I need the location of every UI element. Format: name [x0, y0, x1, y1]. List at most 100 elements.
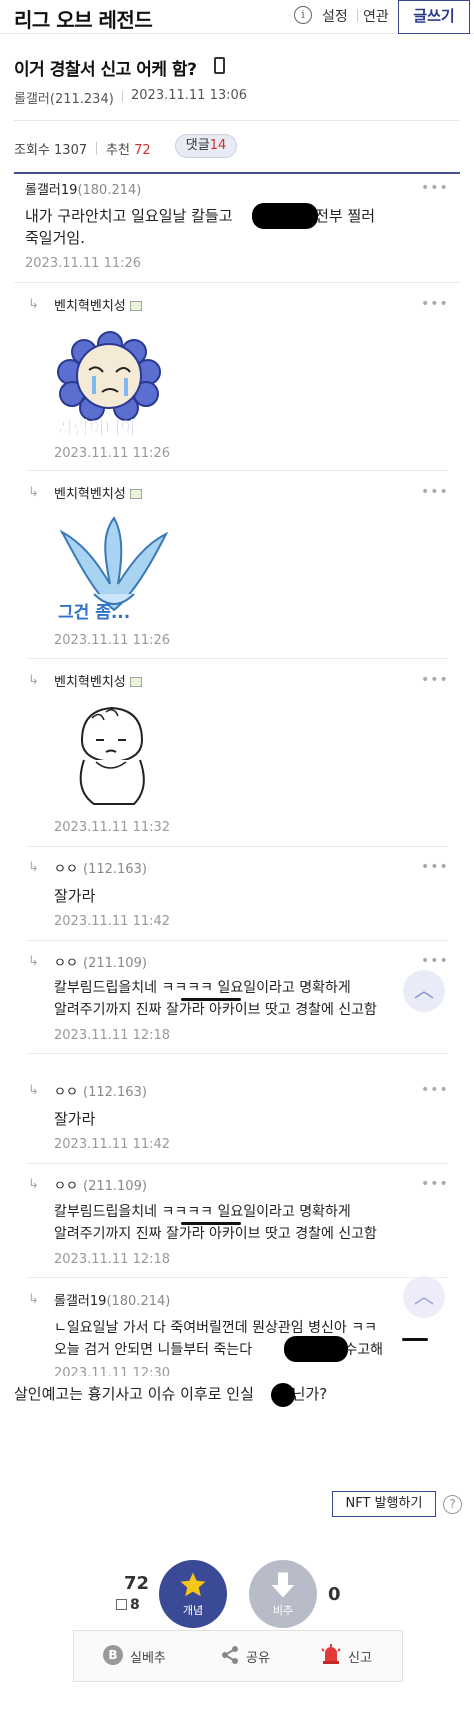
nft-issue-button[interactable]: NFT 발행하기	[332, 1491, 436, 1517]
reply-arrow-icon: ↳	[28, 485, 39, 500]
scroll-up-button[interactable]: ︿	[403, 1276, 445, 1318]
reply-arrow-icon: ↳	[28, 673, 39, 688]
post-author[interactable]: 롤갤러(211.234)	[14, 88, 114, 107]
comment-date: 2023.11.11 11:32	[54, 820, 171, 835]
more-icon[interactable]: •••	[421, 672, 449, 688]
siren-icon	[321, 1644, 341, 1664]
best-nominate-button[interactable]: 실베추	[130, 1647, 166, 1666]
comment-date: 2023.11.11 11:26	[54, 446, 171, 461]
comment-divider	[26, 940, 448, 941]
more-icon[interactable]: •••	[421, 484, 449, 500]
view-count: 조회수 1307	[14, 143, 88, 158]
more-icon[interactable]: •••	[421, 1082, 449, 1098]
comment-date: 2023.11.11 11:26	[25, 256, 142, 271]
sad-plant-sticker-icon: 그건 좀...	[58, 516, 169, 623]
comment-nick[interactable]: 벤치혁벤치성	[54, 675, 126, 690]
comment-divider	[26, 846, 448, 847]
reply-arrow-icon: ↳	[28, 1177, 39, 1192]
comment-ip: (112.163)	[83, 1085, 147, 1100]
comment-header: 벤치혁벤치성	[54, 295, 142, 314]
comment-count-button[interactable]: 댓글14	[175, 134, 237, 158]
help-icon[interactable]: ?	[443, 1495, 462, 1514]
write-button[interactable]: 글쓰기	[398, 0, 470, 34]
redaction-blot	[252, 203, 318, 229]
comment-date: 2023.11.11 11:42	[54, 1137, 171, 1152]
comments-top-border	[14, 172, 460, 174]
reply-arrow-icon: ↳	[28, 954, 39, 969]
comment-date: 2023.11.11 12:30	[54, 1366, 171, 1376]
comment-divider	[26, 1277, 448, 1278]
comment-text: 잘가라	[54, 887, 96, 905]
downvote-count: 0	[328, 1584, 341, 1605]
comment-nick[interactable]: 벤치혁벤치성	[54, 487, 126, 502]
comment-nick[interactable]: 롤갤러19	[54, 1294, 106, 1309]
comment-text-line: 죽일거임.	[25, 229, 85, 247]
comment-header: 벤치혁벤치성	[54, 671, 142, 690]
reply-arrow-icon: ↳	[28, 860, 39, 875]
upvote-button[interactable]: 개념	[159, 1560, 227, 1628]
comment-divider	[14, 282, 460, 283]
reply-arrow-icon: ↳	[28, 1083, 39, 1098]
comment-ip: (211.109)	[83, 956, 147, 971]
reply-arrow-icon: ↳	[28, 1292, 39, 1307]
comment-divider	[26, 658, 448, 659]
scroll-up-button[interactable]: ︿	[403, 970, 445, 1012]
comment-ip: (180.214)	[77, 183, 142, 198]
comment-divider	[26, 1163, 448, 1164]
comment-header: ㅇㅇ (112.163)	[54, 858, 147, 877]
report-button[interactable]: 신고	[348, 1647, 372, 1666]
comment-header: ㅇㅇ (211.109)	[54, 1175, 147, 1194]
comment-text: 잘가라	[54, 1110, 96, 1128]
more-icon[interactable]: •••	[421, 296, 449, 312]
comment-ip: (180.214)	[106, 1294, 171, 1309]
comment-header: ㅇㅇ (112.163)	[54, 1081, 147, 1100]
post-datetime: 2023.11.11 13:06	[131, 88, 248, 103]
downvote-button[interactable]: 비추	[249, 1560, 317, 1628]
more-icon[interactable]: •••	[421, 953, 449, 969]
redaction-blot	[271, 1383, 295, 1407]
comment-nick[interactable]: 롤갤러19	[25, 183, 77, 198]
comment-text-line: 알려주기까지 진짜 잘가라 아카이브 땃고 경찰에 신고함	[54, 1226, 377, 1242]
comment-nick[interactable]: ㅇㅇ	[54, 862, 78, 877]
divider	[14, 120, 460, 121]
gallery-name[interactable]: 리그 오브 레전드	[14, 4, 153, 33]
recommend-count: 추천 72	[106, 143, 151, 158]
best-nominate-icon: B	[103, 1645, 123, 1665]
sticker-caption: 그건 좀...	[58, 603, 130, 623]
crying-sticker-icon: 사람아니야	[57, 331, 161, 439]
comment-date: 2023.11.11 11:26	[54, 633, 171, 648]
star-icon	[180, 1572, 206, 1597]
sticker-caption: 사람아니야	[58, 418, 137, 439]
comment-date: 2023.11.11 12:18	[54, 1028, 171, 1043]
redaction-blot	[284, 1336, 348, 1362]
comment: 롤갤러19(180.214)	[25, 179, 141, 198]
comment-nick[interactable]: ㅇㅇ	[54, 1179, 78, 1194]
settings-link[interactable]: 설정	[322, 6, 348, 26]
fixed-user-icon	[116, 1599, 127, 1610]
more-icon[interactable]: •••	[421, 180, 449, 196]
comment-nick[interactable]: ㅇㅇ	[54, 956, 78, 971]
more-icon[interactable]: •••	[421, 859, 449, 875]
comment-text-line: 내가 구라안치고 일요일날 칼들고 들 전부 찔러	[25, 207, 376, 225]
comment-nick[interactable]: 벤치혁벤치성	[54, 299, 126, 314]
comment-header: 롤갤러19(180.214)	[54, 1290, 170, 1309]
meta-divider	[122, 91, 123, 102]
header-divider	[357, 9, 358, 22]
share-icon	[222, 1646, 238, 1664]
crouching-dumpling-sticker-icon	[79, 706, 145, 805]
comment-divider	[26, 470, 448, 471]
mobile-icon	[214, 57, 225, 74]
more-icon[interactable]: •••	[421, 1176, 449, 1192]
comment-divider	[26, 1053, 448, 1054]
comment-text-line: 칼부림드립을치네 ㅋㅋㅋㅋ 일요일이라고 명확하게	[54, 1204, 351, 1220]
comment-header: ㅇㅇ (211.109)	[54, 952, 147, 971]
reply-arrow-icon: ↳	[28, 297, 39, 312]
related-link[interactable]: 연관	[363, 6, 389, 26]
info-icon[interactable]: i	[294, 6, 312, 24]
comment-ip: (211.109)	[83, 1179, 147, 1194]
share-button[interactable]: 공유	[246, 1647, 270, 1666]
fixed-upvote: 8	[116, 1597, 140, 1613]
comment-date: 2023.11.11 12:18	[54, 1252, 171, 1267]
comment-nick[interactable]: ㅇㅇ	[54, 1085, 78, 1100]
upvote-count: 72	[124, 1573, 150, 1594]
